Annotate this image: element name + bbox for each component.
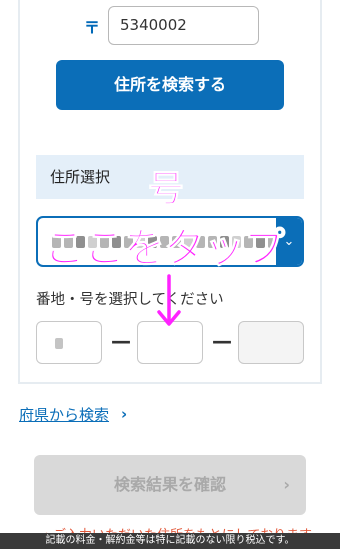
chevron-right-icon: ›	[283, 475, 290, 494]
lot-separator: —	[111, 329, 131, 353]
lot-number-value	[55, 338, 63, 349]
lot-number-label: 番地・号を選択してください	[36, 292, 224, 308]
lot-separator: —	[212, 329, 232, 353]
confirm-results-button[interactable]: 検索結果を確認 ›	[34, 455, 306, 515]
search-address-button[interactable]: 住所を検索する	[56, 60, 284, 110]
confirm-results-label: 検索結果を確認	[113, 475, 226, 494]
chevron-right-icon: ›	[121, 405, 128, 423]
postal-mark-icon: 〒	[84, 18, 101, 37]
lot-number-select-3[interactable]	[238, 321, 304, 364]
lot-number-select-1[interactable]	[36, 321, 102, 364]
postal-code-input[interactable]: 5340002	[108, 6, 259, 45]
tax-notice-bar: 記載の料金・解約金等は特に記載のない限り税込です。	[0, 533, 340, 549]
search-by-prefecture-link[interactable]: 府県から検索	[19, 404, 109, 425]
annotation-tap-here-label: ここをタップ	[44, 224, 286, 273]
annotation-go-label: 号	[147, 169, 185, 211]
annotation-down-arrow-icon	[157, 274, 181, 326]
